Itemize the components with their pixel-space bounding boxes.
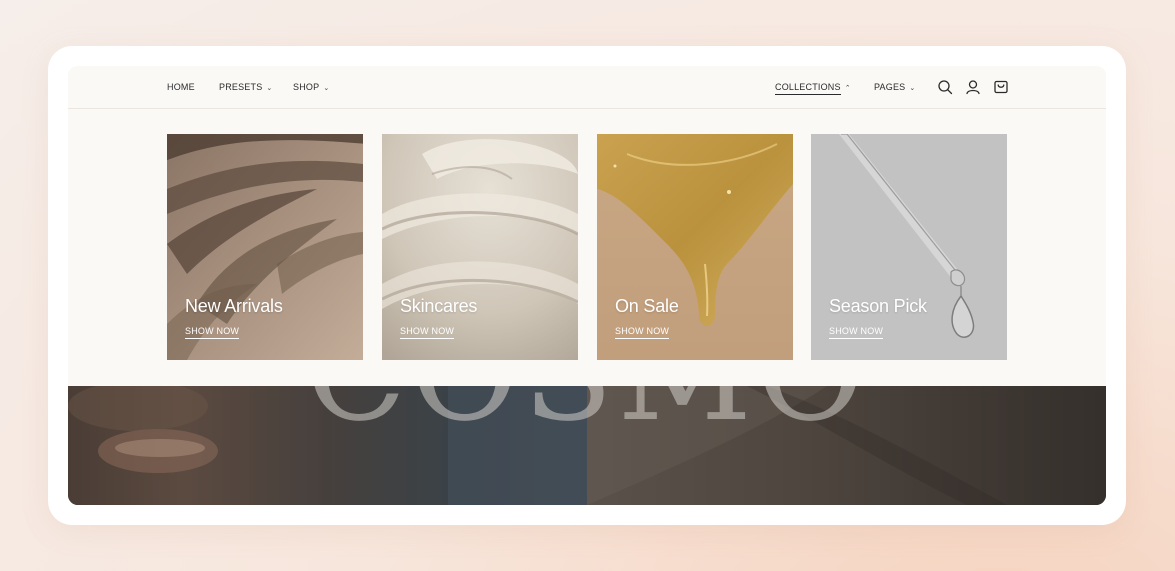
collection-title: Season Pick: [829, 296, 927, 316]
nav-collections-label: COLLECTIONS: [775, 82, 841, 95]
collection-title: Skincares: [400, 296, 478, 316]
search-icon[interactable]: [937, 79, 953, 95]
website-frame: HOME PRESETS ⌄ SHOP ⌄ COLLECTIONS ⌃ PAGES ⌄: [68, 66, 1106, 505]
chevron-down-icon: ⌄: [266, 85, 273, 92]
hero-banner: COSMO: [68, 386, 1106, 505]
collection-title: On Sale: [615, 296, 679, 316]
show-now-link[interactable]: SHOW NOW: [615, 326, 670, 339]
nav-collections[interactable]: COLLECTIONS ⌃: [775, 66, 851, 108]
collection-tile-season-pick[interactable]: Season Pick SHOW NOW: [811, 134, 1007, 360]
chevron-down-icon: ⌄: [909, 85, 916, 92]
browser-card: HOME PRESETS ⌄ SHOP ⌄ COLLECTIONS ⌃ PAGES ⌄: [48, 46, 1126, 525]
collections-mega-menu: New Arrivals SHOW NOW Skincares SHOW NOW…: [68, 109, 1106, 386]
cart-icon[interactable]: [993, 79, 1009, 95]
show-now-link[interactable]: SHOW NOW: [400, 326, 455, 339]
collection-tile-on-sale[interactable]: On Sale SHOW NOW: [597, 134, 793, 360]
show-now-link[interactable]: SHOW NOW: [185, 326, 240, 339]
account-icon[interactable]: [965, 79, 981, 95]
collection-tile-skincares[interactable]: Skincares SHOW NOW: [382, 134, 578, 360]
nav-pages[interactable]: PAGES ⌄: [874, 66, 915, 108]
nav-presets[interactable]: PRESETS ⌄: [219, 66, 273, 108]
nav-shop[interactable]: SHOP ⌄: [293, 66, 329, 108]
chevron-down-icon: ⌄: [323, 85, 330, 92]
nav-shop-label: SHOP: [293, 82, 320, 92]
collection-title: New Arrivals: [185, 296, 283, 316]
collection-tile-new-arrivals[interactable]: New Arrivals SHOW NOW: [167, 134, 363, 360]
site-header: HOME PRESETS ⌄ SHOP ⌄ COLLECTIONS ⌃ PAGES ⌄: [68, 66, 1106, 109]
nav-presets-label: PRESETS: [219, 82, 263, 92]
nav-home-label: HOME: [167, 82, 195, 92]
show-now-link[interactable]: SHOW NOW: [829, 326, 884, 339]
nav-home[interactable]: HOME: [167, 66, 195, 108]
hero-brand-wordmark: COSMO: [68, 386, 1106, 440]
nav-pages-label: PAGES: [874, 82, 906, 92]
chevron-up-icon: ⌃: [844, 85, 851, 92]
